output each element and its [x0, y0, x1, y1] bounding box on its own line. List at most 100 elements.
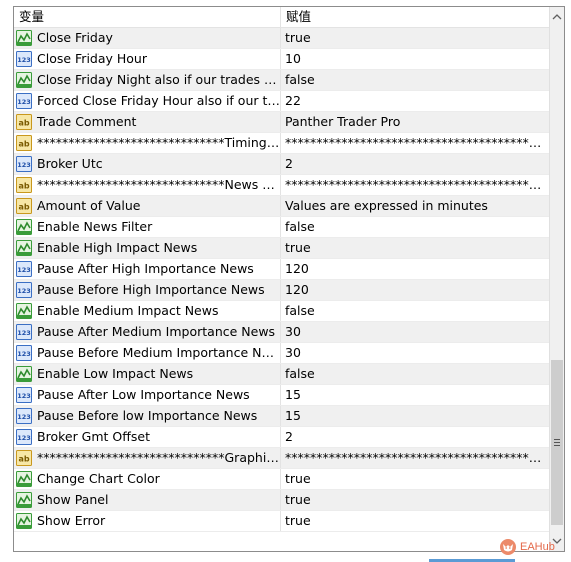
- param-name-cell[interactable]: Show Error: [14, 511, 281, 531]
- param-name-cell[interactable]: 123 Forced Close Friday Hour also if our …: [14, 91, 281, 111]
- parameter-list: Close Friday true 123 Close Friday Hour 10 Cl…: [14, 28, 550, 532]
- param-name-label: Close Friday Hour: [37, 51, 147, 66]
- table-row[interactable]: ab ******************************News Fil…: [14, 175, 550, 196]
- table-row[interactable]: 123 Pause After Low Importance News 15: [14, 385, 550, 406]
- param-name-cell[interactable]: 123 Broker Gmt Offset: [14, 427, 281, 447]
- table-row[interactable]: 123 Pause Before High Importance News 120: [14, 280, 550, 301]
- param-value-cell[interactable]: 10: [281, 49, 548, 69]
- param-value-cell[interactable]: 30: [281, 343, 548, 363]
- param-value-cell[interactable]: 2: [281, 427, 548, 447]
- svg-text:ab: ab: [18, 455, 29, 464]
- param-value-cell[interactable]: true: [281, 28, 548, 48]
- param-value-cell[interactable]: false: [281, 301, 548, 321]
- table-row[interactable]: 123 Broker Gmt Offset 2: [14, 427, 550, 448]
- param-value-cell[interactable]: 22: [281, 91, 548, 111]
- param-name-cell[interactable]: ab ******************************News Fil…: [14, 175, 281, 195]
- param-name-cell[interactable]: 123 Close Friday Hour: [14, 49, 281, 69]
- param-name-cell[interactable]: 123 Pause Before Medium Importance News: [14, 343, 281, 363]
- param-value-cell[interactable]: true: [281, 511, 548, 531]
- table-row[interactable]: Close Friday Night also if our trades ar…: [14, 70, 550, 91]
- param-name-cell[interactable]: Close Friday: [14, 28, 281, 48]
- table-row[interactable]: 123 Broker Utc 2: [14, 154, 550, 175]
- int-icon: 123: [16, 156, 32, 172]
- param-value-cell[interactable]: true: [281, 238, 548, 258]
- param-value-cell[interactable]: Panther Trader Pro: [281, 112, 548, 132]
- watermark-text: EAHub: [520, 541, 555, 553]
- param-value-cell[interactable]: true: [281, 490, 548, 510]
- svg-text:123: 123: [17, 434, 31, 442]
- table-row[interactable]: Show Panel true: [14, 490, 550, 511]
- param-name-cell[interactable]: 123 Pause Before low Importance News: [14, 406, 281, 426]
- param-name-label: Pause Before Medium Importance News: [37, 345, 281, 360]
- param-name-cell[interactable]: Enable Low Impact News: [14, 364, 281, 384]
- param-name-cell[interactable]: 123 Pause Before High Importance News: [14, 280, 281, 300]
- table-row[interactable]: 123 Close Friday Hour 10: [14, 49, 550, 70]
- param-name-label: Amount of Value: [37, 198, 141, 213]
- param-name-cell[interactable]: 123 Pause After Low Importance News: [14, 385, 281, 405]
- param-name-cell[interactable]: ab Amount of Value: [14, 196, 281, 216]
- param-value-cell[interactable]: true: [281, 469, 548, 489]
- param-value-cell[interactable]: ****************************************…: [281, 175, 548, 195]
- column-header-value[interactable]: 赋值: [281, 7, 550, 27]
- int-icon: 123: [16, 345, 32, 361]
- param-name-label: Trade Comment: [37, 114, 137, 129]
- bool-icon: [16, 303, 32, 319]
- param-name-cell[interactable]: Enable High Impact News: [14, 238, 281, 258]
- table-row[interactable]: ab ******************************Graphics…: [14, 448, 550, 469]
- param-value-cell[interactable]: ****************************************…: [281, 448, 548, 468]
- table-row[interactable]: 123 Pause Before low Importance News 15: [14, 406, 550, 427]
- param-name-cell[interactable]: Close Friday Night also if our trades ar…: [14, 70, 281, 90]
- param-value-cell[interactable]: false: [281, 364, 548, 384]
- param-value-cell[interactable]: false: [281, 217, 548, 237]
- table-row[interactable]: ab Amount of Value Values are expressed in…: [14, 196, 550, 217]
- bool-icon: [16, 219, 32, 235]
- table-row[interactable]: Enable Medium Impact News false: [14, 301, 550, 322]
- param-name-label: ******************************Graphics**…: [37, 450, 280, 465]
- param-name-cell[interactable]: 123 Pause After High Importance News: [14, 259, 281, 279]
- vertical-scrollbar[interactable]: [549, 7, 564, 551]
- svg-text:123: 123: [17, 413, 31, 421]
- param-value-cell[interactable]: 15: [281, 385, 548, 405]
- param-value-cell[interactable]: 120: [281, 280, 548, 300]
- param-name-cell[interactable]: Show Panel: [14, 490, 281, 510]
- table-row[interactable]: 123 Pause Before Medium Importance News 30: [14, 343, 550, 364]
- param-name-cell[interactable]: Enable News Filter: [14, 217, 281, 237]
- svg-text:123: 123: [17, 98, 31, 106]
- param-value-cell[interactable]: 30: [281, 322, 548, 342]
- table-row[interactable]: ab ******************************Timing**…: [14, 133, 550, 154]
- scroll-up-button[interactable]: [550, 9, 564, 26]
- param-value-cell[interactable]: 120: [281, 259, 548, 279]
- table-row[interactable]: Close Friday true: [14, 28, 550, 49]
- param-name-label: ******************************Timing****…: [37, 135, 280, 150]
- int-icon: 123: [16, 408, 32, 424]
- param-value-cell[interactable]: false: [281, 70, 548, 90]
- column-header-variable[interactable]: 变量: [14, 7, 281, 27]
- param-name-cell[interactable]: 123 Broker Utc: [14, 154, 281, 174]
- table-row[interactable]: Enable Low Impact News false: [14, 364, 550, 385]
- table-row[interactable]: Show Error true: [14, 511, 550, 532]
- param-name-label: Pause Before High Importance News: [37, 282, 265, 297]
- param-value-cell[interactable]: Values are expressed in minutes: [281, 196, 548, 216]
- table-row[interactable]: Change Chart Color true: [14, 469, 550, 490]
- param-name-cell[interactable]: ab ******************************Graphics…: [14, 448, 281, 468]
- param-value-cell[interactable]: ****************************************…: [281, 133, 548, 153]
- svg-text:123: 123: [17, 392, 31, 400]
- table-row[interactable]: 123 Pause After High Importance News 120: [14, 259, 550, 280]
- table-row[interactable]: Enable High Impact News true: [14, 238, 550, 259]
- svg-text:123: 123: [17, 287, 31, 295]
- param-value-cell[interactable]: 15: [281, 406, 548, 426]
- chevron-up-icon: [552, 14, 562, 20]
- table-row[interactable]: 123 Forced Close Friday Hour also if our …: [14, 91, 550, 112]
- param-name-cell[interactable]: Change Chart Color: [14, 469, 281, 489]
- param-name-cell[interactable]: Enable Medium Impact News: [14, 301, 281, 321]
- table-row[interactable]: ab Trade Comment Panther Trader Pro: [14, 112, 550, 133]
- scrollbar-thumb[interactable]: [551, 360, 563, 525]
- param-name-cell[interactable]: ab Trade Comment: [14, 112, 281, 132]
- param-name-cell[interactable]: 123 Pause After Medium Importance News: [14, 322, 281, 342]
- param-name-cell[interactable]: ab ******************************Timing**…: [14, 133, 281, 153]
- table-row[interactable]: Enable News Filter false: [14, 217, 550, 238]
- svg-text:123: 123: [17, 329, 31, 337]
- table-row[interactable]: 123 Pause After Medium Importance News 30: [14, 322, 550, 343]
- svg-text:123: 123: [17, 350, 31, 358]
- param-value-cell[interactable]: 2: [281, 154, 548, 174]
